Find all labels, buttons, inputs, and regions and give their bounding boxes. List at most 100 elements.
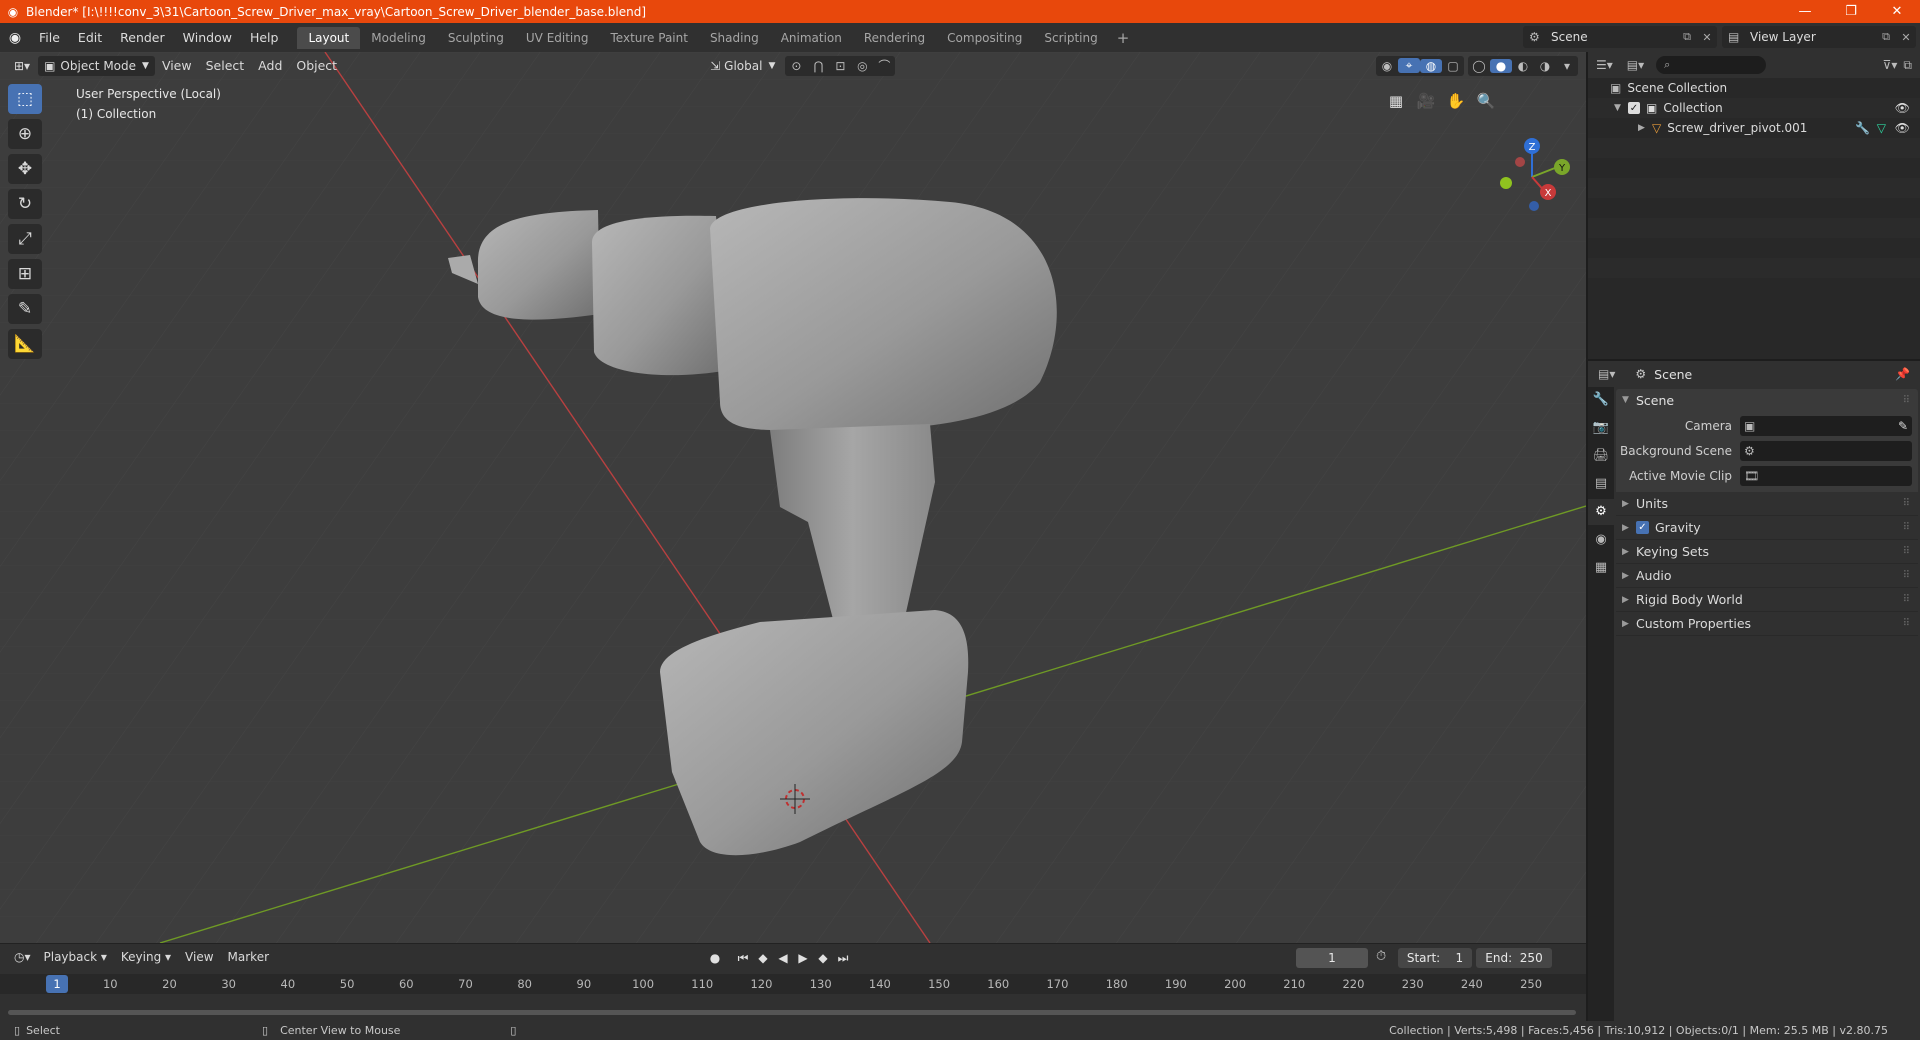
grid-view-icon[interactable]: ▦: [1381, 87, 1411, 115]
current-frame-field[interactable]: 1: [1296, 948, 1368, 968]
scale-tool-icon[interactable]: ⤢: [8, 224, 42, 254]
jump-end-icon[interactable]: ⏭: [833, 948, 853, 968]
play-icon[interactable]: ▶: [793, 948, 813, 968]
tab-uv-editing[interactable]: UV Editing: [515, 27, 600, 49]
gravity-checkbox[interactable]: ✓: [1636, 521, 1649, 534]
visibility-eye-icon[interactable]: 👁: [1895, 101, 1910, 115]
overlay-toggle-icon[interactable]: ◍: [1420, 58, 1442, 73]
tab-texture-paint[interactable]: Texture Paint: [600, 27, 699, 49]
movie-clip-field[interactable]: 🎞: [1740, 465, 1912, 486]
new-collection-icon[interactable]: ⧉: [1903, 58, 1912, 73]
new-scene-icon[interactable]: ⧉: [1677, 30, 1697, 44]
new-view-layer-icon[interactable]: ⧉: [1876, 30, 1896, 44]
camera-view-icon[interactable]: 🎥: [1411, 87, 1441, 115]
camera-field[interactable]: ▣ ✎: [1740, 415, 1912, 436]
end-frame-field[interactable]: End: 250: [1476, 948, 1552, 968]
view-layer-selector[interactable]: ▤ View Layer ⧉ ✕: [1722, 26, 1916, 48]
editor-type-icon[interactable]: ⊞▾: [8, 56, 36, 76]
scene-tab-icon[interactable]: ⚙: [1588, 499, 1614, 525]
frame-ruler[interactable]: 1 10 20 30 40 50 60 70 80 90 100 110 120 130 140 150 16…: [0, 974, 1586, 994]
drag-handle-icon[interactable]: ⠿: [1903, 498, 1910, 509]
drag-handle-icon[interactable]: ⠿: [1903, 618, 1910, 629]
scene-selector[interactable]: ⚙ Scene ⧉ ✕: [1523, 26, 1717, 48]
output-tab-icon[interactable]: 🖨: [1588, 443, 1614, 469]
collection-checkbox[interactable]: ✓: [1628, 102, 1640, 114]
visibility-eye-icon[interactable]: 👁: [1895, 121, 1910, 135]
delete-view-layer-icon[interactable]: ✕: [1896, 31, 1916, 44]
mesh-data-icon[interactable]: ▽: [1877, 121, 1886, 135]
modifier-wrench-icon[interactable]: 🔧: [1855, 121, 1870, 135]
disclosure-triangle-icon[interactable]: ▶: [1638, 123, 1652, 133]
snap-icon[interactable]: ⋂: [807, 59, 829, 73]
3d-viewport[interactable]: Z Y X ⊞▾ ▣ Object Mode ▼ View Select Add…: [0, 52, 1586, 943]
tab-scripting[interactable]: Scripting: [1033, 27, 1108, 49]
viewport-menu-object[interactable]: Object: [289, 58, 344, 73]
tab-rendering[interactable]: Rendering: [853, 27, 936, 49]
outliner-search-input[interactable]: ⌕: [1656, 56, 1767, 74]
rendered-shading-icon[interactable]: ◑: [1534, 59, 1556, 73]
menu-edit[interactable]: Edit: [69, 27, 111, 49]
rotate-tool-icon[interactable]: ↻: [8, 189, 42, 219]
units-panel[interactable]: ▶ Units ⠿: [1616, 492, 1918, 516]
tab-animation[interactable]: Animation: [770, 27, 853, 49]
view-layer-tab-icon[interactable]: ▤: [1588, 471, 1614, 497]
properties-editor-type-icon[interactable]: ▤▾: [1598, 367, 1615, 381]
move-tool-icon[interactable]: ✥: [8, 154, 42, 184]
filter-icon[interactable]: ⊽▾: [1883, 58, 1898, 72]
menu-file[interactable]: File: [30, 27, 69, 49]
drag-handle-icon[interactable]: ⠿: [1903, 522, 1910, 533]
stopwatch-icon[interactable]: ⏱: [1376, 949, 1386, 964]
background-scene-field[interactable]: ⚙: [1740, 440, 1912, 461]
menu-render[interactable]: Render: [111, 27, 174, 49]
material-shading-icon[interactable]: ◐: [1512, 59, 1534, 73]
mode-dropdown[interactable]: ▣ Object Mode ▼: [38, 55, 155, 76]
drag-handle-icon[interactable]: ⠿: [1903, 594, 1910, 605]
pivot-icon[interactable]: ⊙: [785, 59, 807, 73]
disclosure-triangle-icon[interactable]: ▼: [1614, 103, 1628, 113]
tool-tab-icon[interactable]: 🔧: [1588, 387, 1614, 413]
wireframe-shading-icon[interactable]: ◯: [1468, 59, 1490, 73]
tab-shading[interactable]: Shading: [699, 27, 770, 49]
solid-shading-icon[interactable]: ●: [1490, 58, 1512, 73]
proportional-edit-icon[interactable]: ◎: [851, 59, 873, 73]
eyedropper-icon[interactable]: ✎: [1898, 419, 1908, 433]
viewport-menu-view[interactable]: View: [155, 58, 199, 73]
zoom-icon[interactable]: 🔍: [1471, 87, 1501, 115]
jump-start-icon[interactable]: ⏮: [733, 948, 753, 968]
annotate-tool-icon[interactable]: ✎: [8, 294, 42, 324]
outliner-row-object[interactable]: ▶ ▽ Screw_driver_pivot.001 🔧 ▽ 👁: [1588, 118, 1920, 138]
pan-hand-icon[interactable]: ✋: [1441, 87, 1471, 115]
drag-handle-icon[interactable]: ⠿: [1903, 395, 1910, 406]
measure-tool-icon[interactable]: 📐: [8, 329, 42, 359]
tab-layout[interactable]: Layout: [297, 26, 361, 49]
drag-handle-icon[interactable]: ⠿: [1903, 570, 1910, 581]
tab-sculpting[interactable]: Sculpting: [437, 27, 515, 49]
outliner-row-collection[interactable]: ▼ ✓ ▣ Collection 👁: [1588, 98, 1920, 118]
gizmo-toggle-icon[interactable]: ⌖: [1398, 58, 1420, 73]
tab-compositing[interactable]: Compositing: [936, 27, 1033, 49]
maximize-button[interactable]: ❐: [1828, 0, 1874, 23]
snap-target-icon[interactable]: ⊡: [829, 59, 851, 73]
viewport-menu-add[interactable]: Add: [251, 58, 289, 73]
close-button[interactable]: ✕: [1874, 0, 1920, 23]
prev-keyframe-icon[interactable]: ◆: [753, 948, 773, 968]
timeline-menu-marker[interactable]: Marker: [221, 950, 276, 964]
menu-help[interactable]: Help: [241, 27, 288, 49]
audio-panel[interactable]: ▶ Audio ⠿: [1616, 564, 1918, 588]
timeline-menu-view[interactable]: View: [178, 950, 220, 964]
selectability-icon[interactable]: ◉: [1376, 59, 1398, 73]
cursor-tool-icon[interactable]: ⊕: [8, 119, 42, 149]
scene-panel-header[interactable]: ▼ Scene ⠿: [1616, 389, 1918, 411]
keying-sets-panel[interactable]: ▶ Keying Sets ⠿: [1616, 540, 1918, 564]
world-tab-icon[interactable]: ◉: [1588, 527, 1614, 553]
pin-icon[interactable]: 📌: [1895, 367, 1910, 381]
custom-properties-panel[interactable]: ▶ Custom Properties ⠿: [1616, 612, 1918, 636]
play-reverse-icon[interactable]: ◀: [773, 948, 793, 968]
timeline-editor-type-icon[interactable]: ◷▾: [8, 947, 37, 967]
texture-tab-icon[interactable]: ▦: [1588, 555, 1614, 581]
shading-options-icon[interactable]: ▾: [1556, 59, 1578, 73]
record-icon[interactable]: ●: [705, 948, 725, 968]
current-frame-indicator[interactable]: 1: [46, 975, 68, 993]
start-frame-field[interactable]: Start: 1: [1398, 948, 1472, 968]
minimize-button[interactable]: —: [1782, 0, 1828, 23]
